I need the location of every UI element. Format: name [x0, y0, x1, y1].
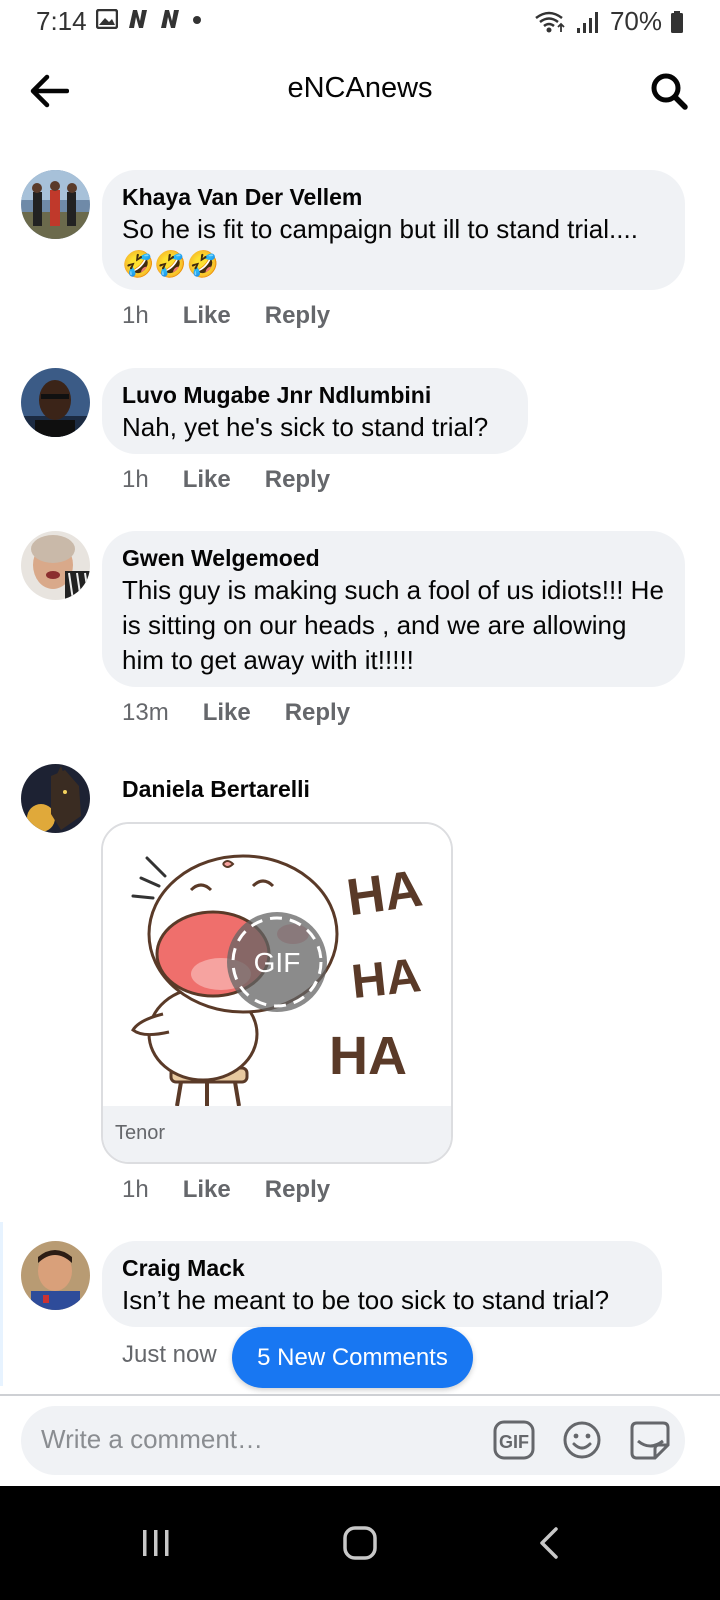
comment-actions: 1h Like Reply	[122, 302, 330, 330]
gif-text-1: HA	[343, 859, 425, 927]
reply-button[interactable]: Reply	[265, 302, 330, 330]
dot-icon	[193, 16, 201, 24]
comment-time[interactable]: 1h	[122, 302, 149, 330]
recent-apps-icon	[143, 1530, 169, 1556]
page-title: eNCAnews	[287, 72, 433, 104]
comment-bubble[interactable]: Luvo Mugabe Jnr Ndlumbini Nah, yet he's …	[102, 368, 528, 454]
image-icon	[96, 9, 118, 29]
comment-actions: Just now	[122, 1341, 217, 1369]
gif-text-3: HA	[329, 1026, 407, 1086]
gif-icon: GIF	[493, 1420, 535, 1460]
comment-bubble[interactable]: Gwen Welgemoed This guy is making such a…	[102, 531, 685, 687]
battery-percent: 70%	[609, 6, 662, 36]
avatar[interactable]	[21, 1241, 90, 1310]
comment-composer[interactable]: Write a comment… GIF	[21, 1406, 685, 1475]
emoji-icon	[563, 1421, 601, 1459]
sticker-button[interactable]	[628, 1418, 672, 1462]
gif-footer[interactable]: Tenor	[103, 1106, 451, 1162]
new-comments-button[interactable]: 5 New Comments	[232, 1327, 473, 1388]
svg-text:GIF: GIF	[499, 1432, 529, 1452]
chevron-left-icon	[540, 1527, 558, 1559]
wifi-icon	[535, 11, 565, 32]
comment-author[interactable]: Gwen Welgemoed	[122, 543, 665, 573]
netflix-n-icon	[161, 10, 179, 28]
comment-author[interactable]: Khaya Van Der Vellem	[122, 182, 665, 212]
comment-text: This guy is making such a fool of us idi…	[122, 575, 664, 675]
system-nav-bar	[0, 1486, 720, 1600]
avatar[interactable]	[21, 368, 90, 437]
home-button[interactable]	[327, 1510, 393, 1576]
avatar[interactable]	[21, 764, 90, 833]
comment-actions: 1h Like Reply	[122, 1176, 330, 1204]
like-button[interactable]: Like	[183, 302, 231, 330]
gif-image[interactable]: GIF HA HA HA	[103, 824, 451, 1107]
comment-author[interactable]: Craig Mack	[122, 1253, 642, 1283]
comment-time[interactable]: 13m	[122, 699, 169, 727]
comment-item: Khaya Van Der Vellem So he is fit to cam…	[0, 168, 720, 338]
reply-button[interactable]: Reply	[265, 1176, 330, 1204]
gif-attachment[interactable]: GIF HA HA HA Tenor	[101, 822, 453, 1164]
comment-bubble[interactable]: Craig Mack Isn’t he meant to be too sick…	[102, 1241, 662, 1327]
home-icon	[343, 1526, 377, 1560]
comment-time[interactable]: Just now	[122, 1341, 217, 1369]
search-icon	[651, 73, 688, 110]
reply-button[interactable]: Reply	[285, 699, 350, 727]
comment-text: Isn’t he meant to be too sick to stand t…	[122, 1285, 610, 1315]
gif-button[interactable]: GIF	[492, 1418, 536, 1462]
comment-input[interactable]: Write a comment…	[41, 1424, 263, 1455]
avatar[interactable]	[21, 170, 90, 239]
like-button[interactable]: Like	[183, 466, 231, 494]
system-back-button[interactable]	[517, 1510, 583, 1576]
notification-icons	[96, 9, 204, 29]
comment-item: Luvo Mugabe Jnr Ndlumbini Nah, yet he's …	[0, 368, 720, 498]
comment-bubble[interactable]: Khaya Van Der Vellem So he is fit to cam…	[102, 170, 685, 290]
netflix-n-icon	[129, 10, 147, 28]
like-button[interactable]: Like	[183, 1176, 231, 1204]
comment-actions: 1h Like Reply	[122, 466, 330, 494]
status-bar: 7:14 70%	[0, 0, 720, 46]
comment-time[interactable]: 1h	[122, 1176, 149, 1204]
system-status: 70%	[534, 6, 684, 37]
comment-author[interactable]: Daniela Bertarelli	[122, 774, 310, 804]
gif-source: Tenor	[115, 1122, 166, 1144]
status-time: 7:14	[36, 6, 87, 36]
reply-button[interactable]: Reply	[265, 466, 330, 494]
comment-actions: 13m Like Reply	[122, 699, 350, 727]
comment-item: Daniela Bertarelli GIF HA HA HA Tenor 1h…	[0, 764, 720, 1214]
gif-text-2: HA	[349, 949, 423, 1009]
emoji-button[interactable]	[560, 1418, 604, 1462]
signal-icon	[576, 11, 598, 33]
search-button[interactable]	[646, 68, 692, 114]
avatar[interactable]	[21, 531, 90, 600]
comment-item: Gwen Welgemoed This guy is making such a…	[0, 531, 720, 731]
comment-text: So he is fit to campaign but ill to stan…	[122, 214, 638, 279]
recent-apps-button[interactable]	[123, 1510, 189, 1576]
gif-badge: GIF	[254, 947, 301, 978]
comment-time[interactable]: 1h	[122, 466, 149, 494]
app-header: eNCAnews	[0, 56, 720, 126]
divider	[0, 1394, 720, 1396]
comment-author[interactable]: Luvo Mugabe Jnr Ndlumbini	[122, 380, 508, 410]
battery-icon	[671, 10, 683, 33]
comment-text: Nah, yet he's sick to stand trial?	[122, 412, 489, 442]
sticker-icon	[630, 1421, 670, 1460]
like-button[interactable]: Like	[203, 699, 251, 727]
